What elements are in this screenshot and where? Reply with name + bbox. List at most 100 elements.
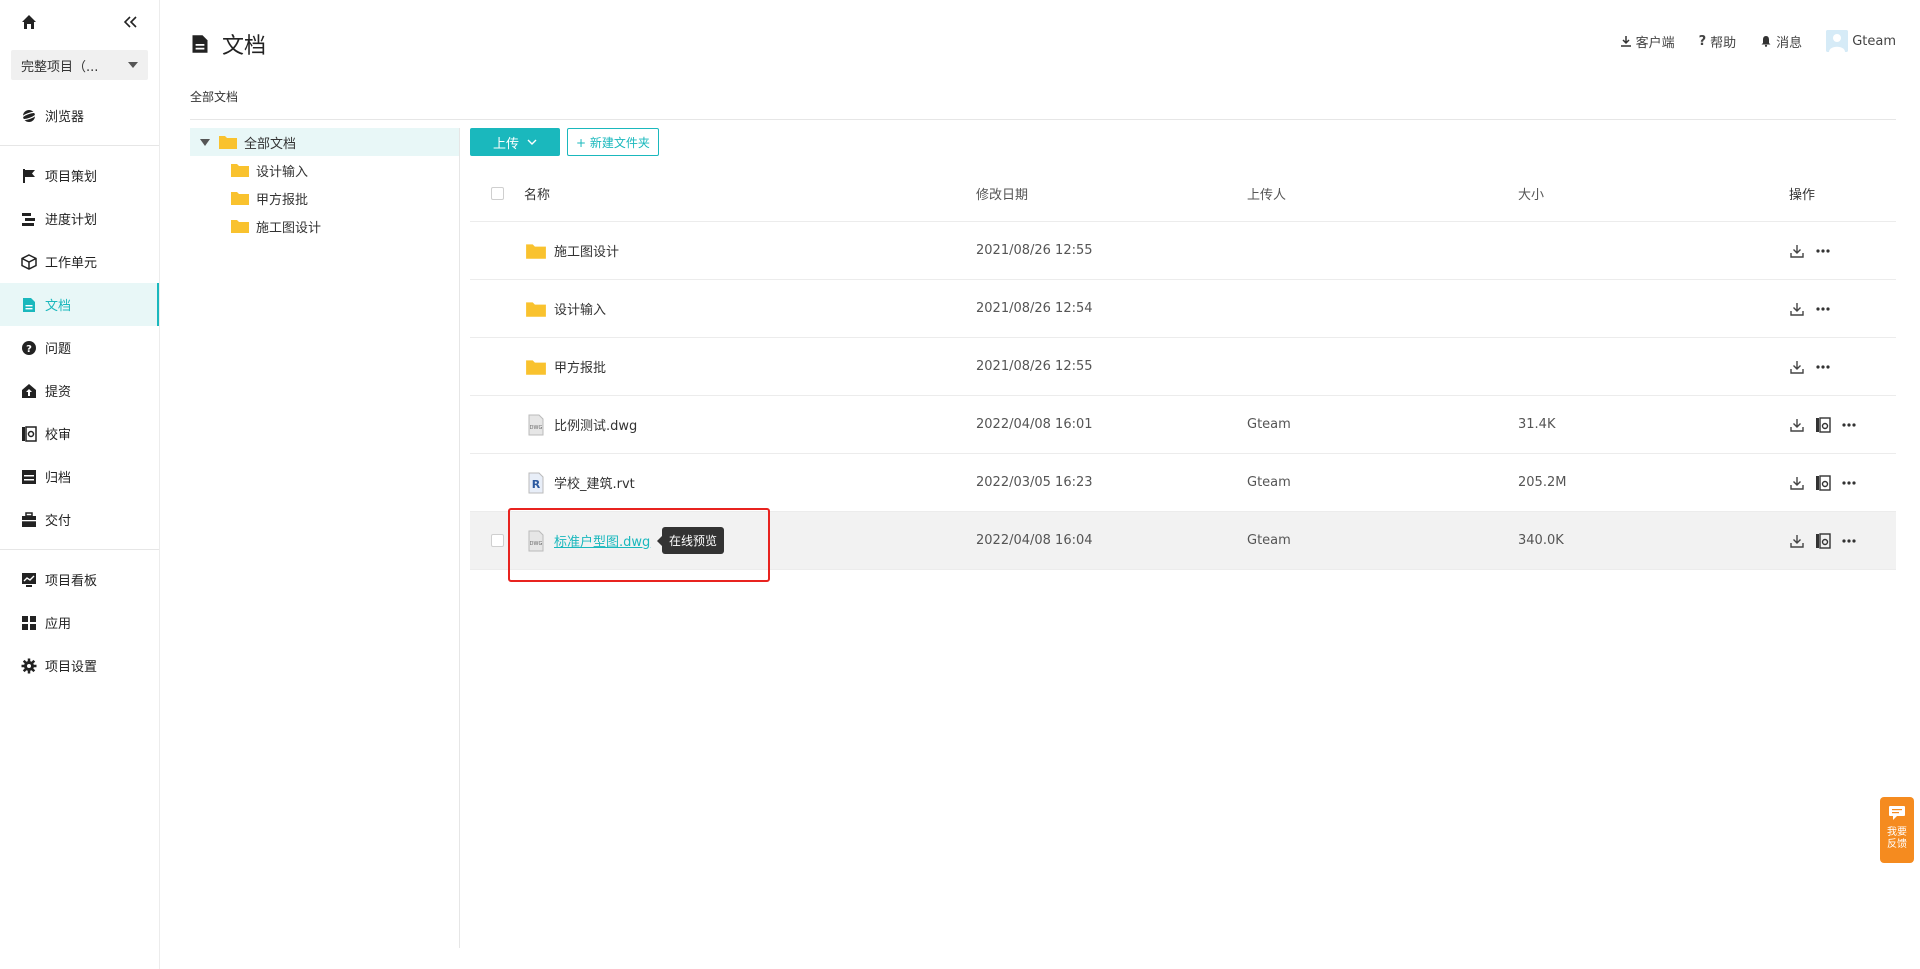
file-name[interactable]: 学校_建筑.rvt (554, 473, 635, 492)
file-uploader: Gteam (1247, 533, 1291, 548)
client-label: 客户端 (1635, 35, 1675, 51)
sidebar-item-documents[interactable]: 文档 (0, 283, 159, 326)
table-row[interactable]: DWG 标准户型图.dwg 2022/04/08 16:04 Gteam 340… (470, 512, 1896, 570)
file-uploader: Gteam (1247, 417, 1291, 432)
messages-link[interactable]: 消息 (1760, 32, 1802, 51)
collapse-icon[interactable] (122, 14, 138, 30)
file-name[interactable]: 设计输入 (554, 299, 606, 318)
sidebar-item-schedule[interactable]: 进度计划 (0, 197, 159, 240)
col-size: 大小 (1518, 188, 1545, 203)
download-icon[interactable] (1789, 301, 1805, 317)
question-icon: ? (1698, 33, 1707, 49)
more-icon[interactable] (1841, 533, 1857, 549)
download-icon (1620, 36, 1631, 47)
divider (190, 119, 1896, 120)
more-icon[interactable] (1815, 243, 1831, 259)
more-icon[interactable] (1841, 475, 1857, 491)
download-icon[interactable] (1789, 359, 1805, 375)
sidebar-item-apps[interactable]: 应用 (0, 601, 159, 644)
sidebar-item-submit[interactable]: 提资 (0, 369, 159, 412)
feedback-button[interactable]: 我要 反馈 (1880, 797, 1914, 863)
sidebar-item-review[interactable]: 校审 (0, 412, 159, 455)
more-icon[interactable] (1815, 359, 1831, 375)
rvt-file-icon: R (524, 471, 548, 495)
tree-node[interactable]: 设计输入 (190, 156, 459, 184)
sidebar-item-label: 校审 (45, 428, 72, 443)
table-row[interactable]: 设计输入 2021/08/26 12:54 (470, 280, 1896, 338)
tree-node-label: 全部文档 (244, 136, 297, 152)
gantt-icon (21, 211, 37, 227)
new-folder-button[interactable]: + 新建文件夹 (567, 128, 659, 156)
more-icon[interactable] (1815, 301, 1831, 317)
col-ops: 操作 (1789, 188, 1816, 203)
breadcrumb[interactable]: 全部文档 (190, 88, 238, 105)
dwg-file-icon: DWG (524, 529, 548, 553)
more-icon[interactable] (1841, 417, 1857, 433)
file-name[interactable]: 甲方报批 (554, 357, 606, 376)
download-icon[interactable] (1789, 417, 1805, 433)
file-table: 名称 修改日期 上传人 大小 操作 施工图设计 2021/08/26 12:55… (470, 166, 1896, 570)
archive-icon (21, 469, 37, 485)
sidebar-item-dashboard[interactable]: 项目看板 (0, 558, 159, 601)
client-download-link[interactable]: 客户端 (1620, 32, 1675, 51)
svg-text:DWG: DWG (530, 541, 543, 547)
page-title: 文档 (190, 28, 266, 60)
user-menu[interactable]: Gteam (1826, 30, 1896, 52)
sidebar-item-archive[interactable]: 归档 (0, 455, 159, 498)
sidebar-item-label: 浏览器 (45, 110, 85, 125)
file-name-link[interactable]: 标准户型图.dwg (554, 531, 650, 550)
sidebar-item-planning[interactable]: 项目策划 (0, 154, 159, 197)
review-icon[interactable] (1815, 474, 1831, 491)
folder-icon (230, 190, 250, 206)
sidebar-item-label: 进度计划 (45, 213, 98, 228)
project-select[interactable]: 完整项目（... (11, 50, 148, 80)
col-date: 修改日期 (976, 188, 1029, 203)
file-date: 2022/03/05 16:23 (976, 475, 1093, 490)
download-icon[interactable] (1789, 533, 1805, 549)
sidebar-item-label: 归档 (45, 471, 72, 486)
feedback-label-1: 我要 (1887, 827, 1907, 838)
help-link[interactable]: ? 帮助 (1699, 32, 1737, 51)
file-name[interactable]: 施工图设计 (554, 241, 619, 260)
review-icon[interactable] (1815, 416, 1831, 433)
avatar (1826, 30, 1849, 52)
upload-label: 上传 (492, 136, 519, 152)
caret-down-icon[interactable] (200, 138, 210, 146)
home-icon[interactable] (21, 14, 37, 30)
col-name: 名称 (524, 188, 551, 203)
svg-text:DWG: DWG (530, 425, 543, 431)
sidebar-top (0, 0, 159, 44)
row-checkbox[interactable] (490, 534, 504, 547)
folder-icon (524, 297, 548, 321)
select-all-checkbox[interactable] (490, 187, 504, 200)
table-row[interactable]: 甲方报批 2021/08/26 12:55 (470, 338, 1896, 396)
cube-icon (21, 253, 37, 270)
table-row[interactable]: 施工图设计 2021/08/26 12:55 (470, 222, 1896, 280)
sidebar-item-delivery[interactable]: 交付 (0, 498, 159, 541)
tree-node-root[interactable]: 全部文档 (190, 128, 459, 156)
document-icon (190, 34, 210, 54)
sidebar-item-browser[interactable]: 浏览器 (0, 94, 159, 137)
file-date: 2021/08/26 12:55 (976, 359, 1093, 374)
user-name: Gteam (1852, 33, 1896, 49)
header: 文档 客户端 ? 帮助 消息 Gteam (160, 0, 1920, 90)
sidebar-item-settings[interactable]: 项目设置 (0, 644, 159, 687)
table-row[interactable]: DWG 比例测试.dwg 2022/04/08 16:01 Gteam 31.4… (470, 396, 1896, 454)
document-icon (21, 297, 37, 313)
file-name[interactable]: 比例测试.dwg (554, 415, 637, 434)
sidebar-item-work-unit[interactable]: 工作单元 (0, 240, 159, 283)
col-uploader: 上传人 (1247, 188, 1287, 203)
review-icon[interactable] (1815, 532, 1831, 549)
sidebar-item-issues[interactable]: ? 问题 (0, 326, 159, 369)
tree-node[interactable]: 甲方报批 (190, 184, 459, 212)
sidebar-item-label: 交付 (45, 514, 72, 529)
upload-button[interactable]: 上传 (470, 128, 560, 156)
sidebar-item-label: 提资 (45, 385, 72, 400)
tree-node[interactable]: 施工图设计 (190, 212, 459, 240)
divider (0, 549, 159, 550)
download-icon[interactable] (1789, 475, 1805, 491)
page-title-text: 文档 (222, 34, 267, 59)
sidebar-item-label: 工作单元 (45, 256, 98, 271)
download-icon[interactable] (1789, 243, 1805, 259)
table-row[interactable]: R 学校_建筑.rvt 2022/03/05 16:23 Gteam 205.2… (470, 454, 1896, 512)
